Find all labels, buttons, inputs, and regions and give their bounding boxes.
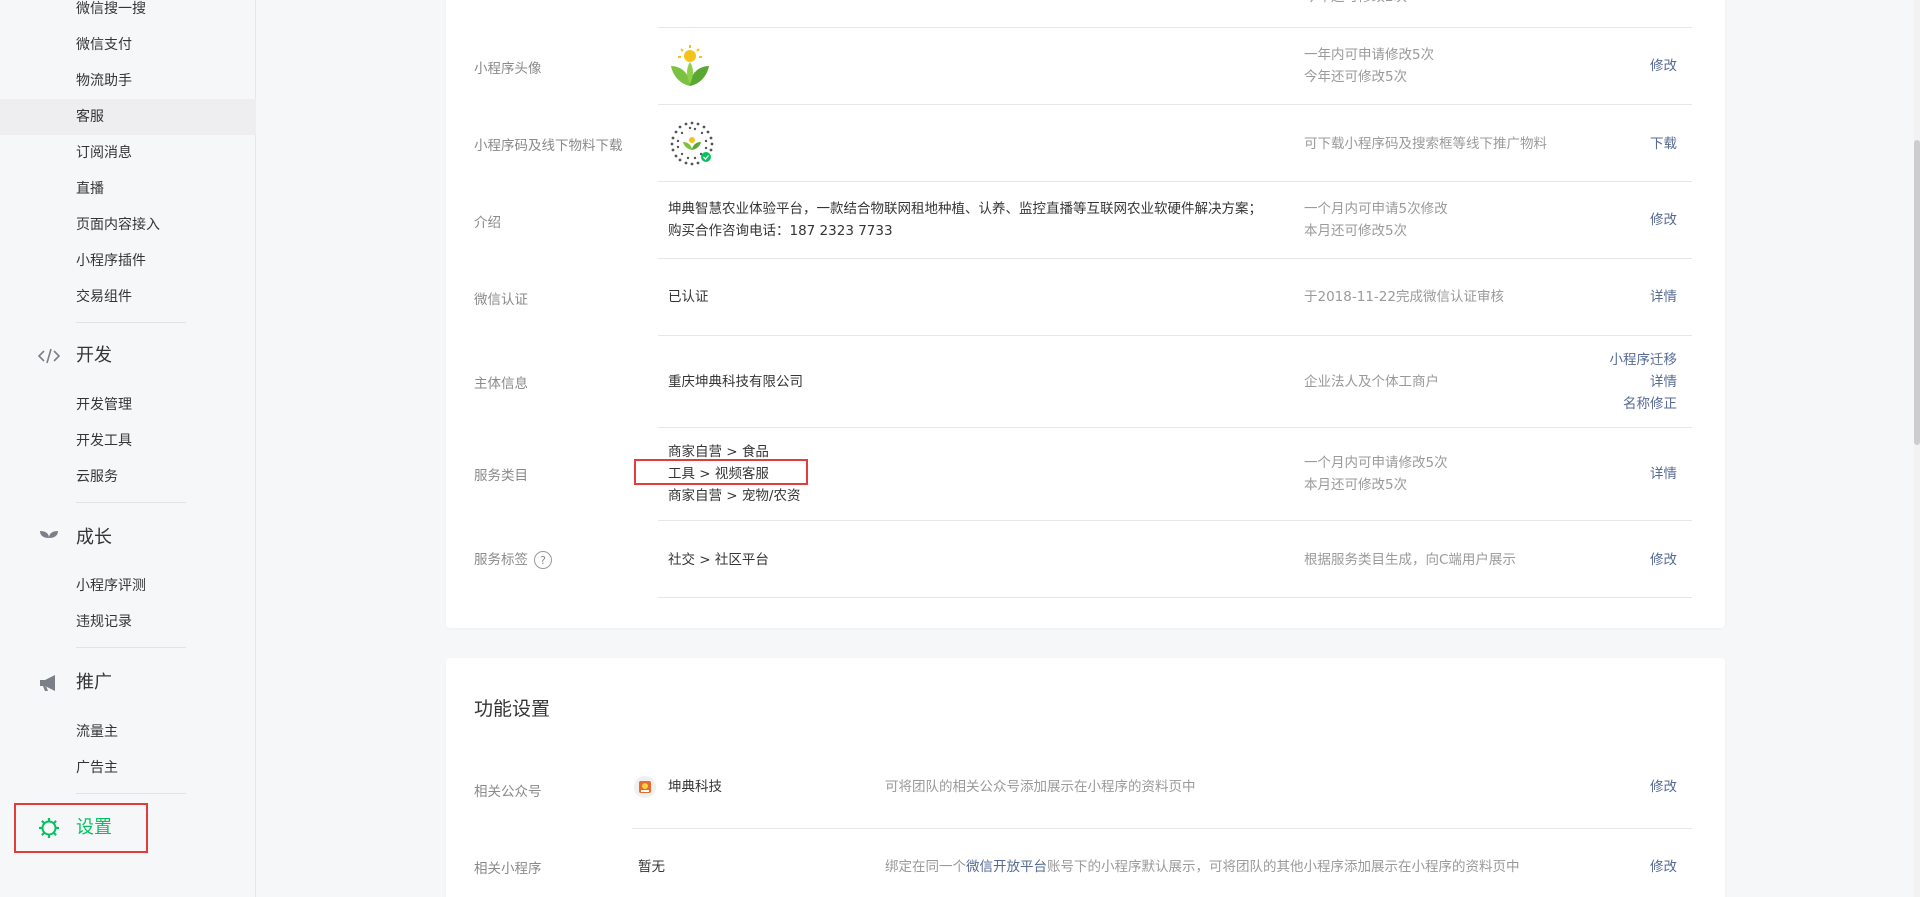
info-row-category: 服务类目 商家自营 > 食品 工具 > 视频客服 商家自营 > 宠物/农资 一个… (446, 428, 1725, 521)
sidebar-item-violations[interactable]: 违规记录 (0, 604, 256, 640)
note-text: 账号下的小程序默认展示，可将团队的其他小程序添加展示在小程序的资料页中 (1047, 859, 1520, 875)
subject-value: 重庆坤典科技有限公司 (668, 374, 803, 390)
feature-row-related-mini: 相关小程序 暂无 绑定在同一个微信开放平台账号下的小程序默认展示，可将团队的其他… (446, 829, 1725, 897)
category-note-2: 本月还可修改5次 (1304, 477, 1408, 493)
sidebar-item-trade-component[interactable]: 交易组件 (0, 279, 256, 315)
sidebar-item-wechat-search[interactable]: 微信搜一搜 (0, 0, 256, 27)
open-platform-link[interactable]: 微信开放平台 (966, 859, 1047, 875)
field-label: 小程序码及线下物料下载 (474, 138, 623, 154)
info-row-intro: 介绍 坤典智慧农业体验平台，一款结合物联网租地种植、认养、监控直播等互联网农业软… (446, 182, 1725, 259)
sprout-icon (36, 525, 62, 551)
official-account-name: 坤典科技 (668, 779, 722, 795)
sidebar: 微信搜一搜 微信支付 物流助手 客服 订阅消息 直播 页面内容接入 小程序插件 … (0, 0, 256, 897)
note-text: 绑定在同一个 (885, 859, 966, 875)
sidebar-group-label: 推广 (76, 672, 112, 693)
field-label: 服务标签? (474, 548, 552, 569)
category-note-1: 一个月内可申请修改5次 (1304, 455, 1448, 471)
qrcode-note: 可下载小程序码及搜索框等线下推广物料 (1304, 136, 1547, 152)
sidebar-item-plugins[interactable]: 小程序插件 (0, 243, 256, 279)
sidebar-item-logistics[interactable]: 物流助手 (0, 63, 256, 99)
intro-note-1: 一个月内可申请5次修改 (1304, 201, 1448, 217)
field-label: 相关小程序 (474, 861, 542, 877)
qrcode-download-link[interactable]: 下载 (1650, 133, 1677, 155)
migrate-link[interactable]: 小程序迁移 (1610, 349, 1678, 371)
help-icon[interactable]: ? (534, 551, 552, 569)
subject-note: 企业法人及个体工商户 (1304, 374, 1439, 390)
tags-note: 根据服务类目生成，向C端用户展示 (1304, 552, 1516, 568)
highlight-box-settings (14, 803, 148, 853)
field-label: 相关公众号 (474, 784, 542, 800)
sidebar-group-dev[interactable]: 开发 (36, 336, 112, 376)
basic-info-card: 今年还可修改2次 小程序头像 一年内可申请修改5次 今年还可修改5次 修改 小程… (446, 0, 1725, 628)
feature-row-official-account: 相关公众号 坤典科技 可将团队的相关公众号添加展示在小程序的资料页中 修改 (446, 752, 1725, 829)
feature-settings-card: 功能设置 相关公众号 坤典科技 可将团队的相关公众号添加展示在小程序的资料页中 … (446, 658, 1725, 897)
sidebar-group-label: 成长 (76, 527, 112, 548)
verify-detail-link[interactable]: 详情 (1650, 286, 1677, 308)
sidebar-divider (76, 322, 186, 323)
related-mini-modify-link[interactable]: 修改 (1650, 856, 1677, 878)
category-line-3: 商家自营 > 宠物/农资 (668, 488, 801, 504)
avatar-note-2: 今年还可修改5次 (1304, 69, 1408, 85)
official-account-modify-link[interactable]: 修改 (1650, 776, 1677, 798)
subject-actions: 小程序迁移 详情 名称修正 (1610, 349, 1678, 415)
intro-note-2: 本月还可修改5次 (1304, 223, 1408, 239)
field-label: 微信认证 (474, 292, 528, 308)
avatar-note-1: 一年内可申请修改5次 (1304, 47, 1435, 63)
sidebar-item-wechat-pay[interactable]: 微信支付 (0, 27, 256, 63)
sidebar-divider (76, 647, 186, 648)
highlight-box-category (634, 459, 808, 485)
sidebar-group-grow[interactable]: 成长 (36, 518, 112, 558)
sidebar-item-page-content[interactable]: 页面内容接入 (0, 207, 256, 243)
field-label: 介绍 (474, 215, 501, 231)
field-label: 小程序头像 (474, 61, 542, 77)
megaphone-icon (36, 670, 62, 696)
sidebar-divider (76, 502, 186, 503)
tags-modify-link[interactable]: 修改 (1650, 549, 1677, 571)
scrollbar-track[interactable] (1914, 0, 1920, 897)
tags-label: 服务标签 (474, 552, 528, 568)
info-row-subject: 主体信息 重庆坤典科技有限公司 企业法人及个体工商户 小程序迁移 详情 名称修正 (446, 336, 1725, 428)
section-title: 功能设置 (474, 698, 551, 720)
sidebar-item-traffic-owner[interactable]: 流量主 (0, 714, 256, 750)
sidebar-item-live[interactable]: 直播 (0, 171, 256, 207)
info-row-tags: 服务标签? 社交 > 社区平台 根据服务类目生成，向C端用户展示 修改 (446, 521, 1725, 598)
sidebar-item-dev-tools[interactable]: 开发工具 (0, 423, 256, 459)
related-mini-note: 绑定在同一个微信开放平台账号下的小程序默认展示，可将团队的其他小程序添加展示在小… (885, 856, 1520, 878)
intro-line-1: 坤典智慧农业体验平台，一款结合物联网租地种植、认养、监控直播等互联网农业软硬件解… (668, 201, 1262, 217)
info-row-verify: 微信认证 已认证 于2018-11-22完成微信认证审核 详情 (446, 259, 1725, 336)
field-label: 服务类目 (474, 468, 528, 484)
sidebar-item-cloud[interactable]: 云服务 (0, 459, 256, 495)
verify-value: 已认证 (668, 289, 709, 305)
mini-program-code (668, 119, 716, 167)
official-account-avatar (634, 776, 656, 798)
sidebar-group-promo[interactable]: 推广 (36, 663, 112, 703)
mini-program-avatar (668, 44, 712, 88)
name-correct-link[interactable]: 名称修正 (1610, 393, 1677, 415)
info-row-avatar: 小程序头像 一年内可申请修改5次 今年还可修改5次 修改 (446, 28, 1725, 105)
sidebar-item-evaluation[interactable]: 小程序评测 (0, 568, 256, 604)
code-icon (36, 343, 62, 369)
avatar-modify-link[interactable]: 修改 (1650, 55, 1677, 77)
sidebar-item-dev-manage[interactable]: 开发管理 (0, 387, 256, 423)
sidebar-item-advertiser[interactable]: 广告主 (0, 750, 256, 786)
verify-note: 于2018-11-22完成微信认证审核 (1304, 289, 1504, 305)
scrollbar-thumb[interactable] (1914, 140, 1920, 445)
sidebar-item-customer-service[interactable]: 客服 (0, 99, 256, 135)
sidebar-group-label: 开发 (76, 345, 112, 366)
official-account-note: 可将团队的相关公众号添加展示在小程序的资料页中 (885, 779, 1196, 795)
field-label: 主体信息 (474, 376, 528, 392)
related-mini-value: 暂无 (638, 859, 665, 875)
category-detail-link[interactable]: 详情 (1650, 463, 1677, 485)
subject-detail-link[interactable]: 详情 (1610, 371, 1677, 393)
sidebar-item-subscribe-msg[interactable]: 订阅消息 (0, 135, 256, 171)
sidebar-divider (76, 793, 186, 794)
intro-modify-link[interactable]: 修改 (1650, 209, 1677, 231)
intro-line-2: 购买合作咨询电话：187 2323 7733 (668, 223, 893, 239)
info-row-qrcode: 小程序码及线下物料下载 可下载小程序码及搜索框等线下推广物料 下载 (446, 105, 1725, 182)
top-note: 今年还可修改2次 (1304, 0, 1407, 8)
info-row-top: 今年还可修改2次 (446, 0, 1725, 28)
row-divider (658, 597, 1692, 598)
tags-value: 社交 > 社区平台 (668, 552, 769, 568)
